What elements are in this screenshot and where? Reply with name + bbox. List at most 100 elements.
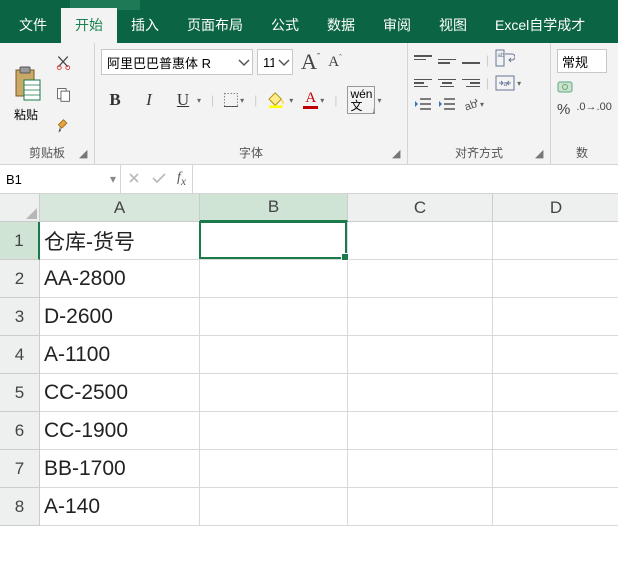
cell-B5[interactable] bbox=[200, 374, 348, 412]
tab-review[interactable]: 审阅 bbox=[369, 8, 425, 43]
cell-C4[interactable] bbox=[348, 336, 493, 374]
clipboard-dialog-launcher-icon[interactable]: ◢ bbox=[79, 149, 90, 160]
chevron-down-icon[interactable]: ▾ bbox=[110, 172, 116, 186]
tab-addin[interactable]: Excel自学成才 bbox=[481, 8, 599, 43]
cell-C3[interactable] bbox=[348, 298, 493, 336]
enter-formula-button[interactable] bbox=[151, 171, 167, 188]
orientation-button[interactable]: ab▾ bbox=[462, 96, 484, 112]
comma-style-button[interactable]: % bbox=[557, 101, 570, 118]
tab-view[interactable]: 视图 bbox=[425, 8, 481, 43]
cell-B1[interactable] bbox=[200, 222, 348, 260]
cell-C2[interactable] bbox=[348, 260, 493, 298]
tab-insert[interactable]: 插入 bbox=[117, 8, 173, 43]
align-right-button[interactable] bbox=[462, 75, 480, 91]
copy-button[interactable] bbox=[52, 83, 74, 105]
row-header-7[interactable]: 7 bbox=[0, 450, 40, 488]
format-painter-button[interactable] bbox=[52, 115, 74, 137]
cell-C1[interactable] bbox=[348, 222, 493, 260]
cell-A5[interactable]: CC-2500 bbox=[40, 374, 200, 412]
merge-center-button[interactable]: a▾ bbox=[495, 75, 521, 91]
cell-C8[interactable] bbox=[348, 488, 493, 526]
align-middle-button[interactable] bbox=[438, 52, 456, 68]
fill-color-button[interactable]: ▾ bbox=[267, 92, 293, 108]
cell-D5[interactable] bbox=[493, 374, 618, 412]
column-header-C[interactable]: C bbox=[348, 194, 493, 222]
increase-indent-button[interactable] bbox=[438, 96, 456, 112]
cell-D8[interactable] bbox=[493, 488, 618, 526]
font-dialog-launcher-icon[interactable]: ◢ bbox=[392, 149, 403, 160]
align-top-button[interactable] bbox=[414, 52, 432, 68]
font-color-button[interactable]: A▾ bbox=[303, 91, 324, 109]
cell-B3[interactable] bbox=[200, 298, 348, 336]
insert-function-button[interactable]: fx bbox=[177, 170, 186, 188]
chevron-down-icon[interactable] bbox=[237, 53, 251, 71]
font-name-input[interactable] bbox=[101, 49, 253, 75]
cell-A2[interactable]: AA-2800 bbox=[40, 260, 200, 298]
align-dialog-launcher-icon[interactable]: ◢ bbox=[535, 149, 546, 160]
font-size-select[interactable] bbox=[257, 49, 293, 75]
increase-decimal-button[interactable]: .0→.00 bbox=[576, 101, 611, 118]
phonetic-guide-button[interactable]: wén文▾ bbox=[347, 86, 381, 114]
row-header-5[interactable]: 5 bbox=[0, 374, 40, 412]
tab-data[interactable]: 数据 bbox=[313, 8, 369, 43]
font-name-select[interactable] bbox=[101, 49, 253, 75]
formula-input[interactable] bbox=[193, 165, 618, 193]
align-bottom-button[interactable] bbox=[462, 52, 480, 68]
formula-bar: ▾ fx bbox=[0, 165, 618, 194]
cell-B6[interactable] bbox=[200, 412, 348, 450]
row-header-3[interactable]: 3 bbox=[0, 298, 40, 336]
row-header-8[interactable]: 8 bbox=[0, 488, 40, 526]
cell-D7[interactable] bbox=[493, 450, 618, 488]
cell-C6[interactable] bbox=[348, 412, 493, 450]
cell-D2[interactable] bbox=[493, 260, 618, 298]
cell-A6[interactable]: CC-1900 bbox=[40, 412, 200, 450]
check-icon bbox=[151, 171, 167, 185]
name-box[interactable]: ▾ bbox=[0, 165, 121, 193]
row-header-4[interactable]: 4 bbox=[0, 336, 40, 374]
bold-button[interactable]: B bbox=[103, 89, 127, 111]
column-header-B[interactable]: B bbox=[200, 194, 348, 222]
underline-button[interactable]: U▾ bbox=[171, 89, 201, 111]
cell-D6[interactable] bbox=[493, 412, 618, 450]
select-all-corner[interactable] bbox=[0, 194, 40, 222]
cell-A4[interactable]: A-1100 bbox=[40, 336, 200, 374]
borders-icon bbox=[224, 93, 238, 107]
cell-C7[interactable] bbox=[348, 450, 493, 488]
column-header-A[interactable]: A bbox=[40, 194, 200, 222]
tab-file[interactable]: 文件 bbox=[5, 8, 61, 43]
cell-A7[interactable]: BB-1700 bbox=[40, 450, 200, 488]
italic-button[interactable]: I bbox=[137, 89, 161, 111]
row-header-6[interactable]: 6 bbox=[0, 412, 40, 450]
row-header-1[interactable]: 1 bbox=[0, 222, 40, 260]
paste-button[interactable]: 粘贴 bbox=[6, 47, 46, 142]
accounting-format-button[interactable] bbox=[557, 79, 575, 95]
wrap-text-button[interactable]: ab bbox=[495, 49, 515, 70]
cell-A8[interactable]: A-140 bbox=[40, 488, 200, 526]
cell-B7[interactable] bbox=[200, 450, 348, 488]
borders-button[interactable]: ▾ bbox=[224, 93, 244, 107]
cell-D3[interactable] bbox=[493, 298, 618, 336]
name-box-input[interactable] bbox=[6, 172, 96, 187]
cell-B8[interactable] bbox=[200, 488, 348, 526]
cell-D1[interactable] bbox=[493, 222, 618, 260]
number-format-select[interactable]: 常规 bbox=[557, 49, 607, 73]
tab-formulas[interactable]: 公式 bbox=[257, 8, 313, 43]
cell-A3[interactable]: D-2600 bbox=[40, 298, 200, 336]
column-header-D[interactable]: D bbox=[493, 194, 618, 222]
cell-D4[interactable] bbox=[493, 336, 618, 374]
align-center-button[interactable] bbox=[438, 75, 456, 91]
cut-button[interactable] bbox=[52, 52, 74, 74]
shrink-font-button[interactable]: Aˆ bbox=[328, 53, 342, 71]
row-header-2[interactable]: 2 bbox=[0, 260, 40, 298]
grow-font-button[interactable]: Aˆ bbox=[301, 49, 320, 75]
chevron-down-icon[interactable] bbox=[277, 53, 291, 71]
tab-page-layout[interactable]: 页面布局 bbox=[173, 8, 257, 43]
decrease-indent-button[interactable] bbox=[414, 96, 432, 112]
cell-B2[interactable] bbox=[200, 260, 348, 298]
cancel-formula-button[interactable] bbox=[127, 171, 141, 188]
cell-C5[interactable] bbox=[348, 374, 493, 412]
tab-home[interactable]: 开始 bbox=[61, 8, 117, 43]
align-left-button[interactable] bbox=[414, 75, 432, 91]
cell-B4[interactable] bbox=[200, 336, 348, 374]
cell-A1[interactable]: 仓库-货号 bbox=[40, 222, 200, 260]
